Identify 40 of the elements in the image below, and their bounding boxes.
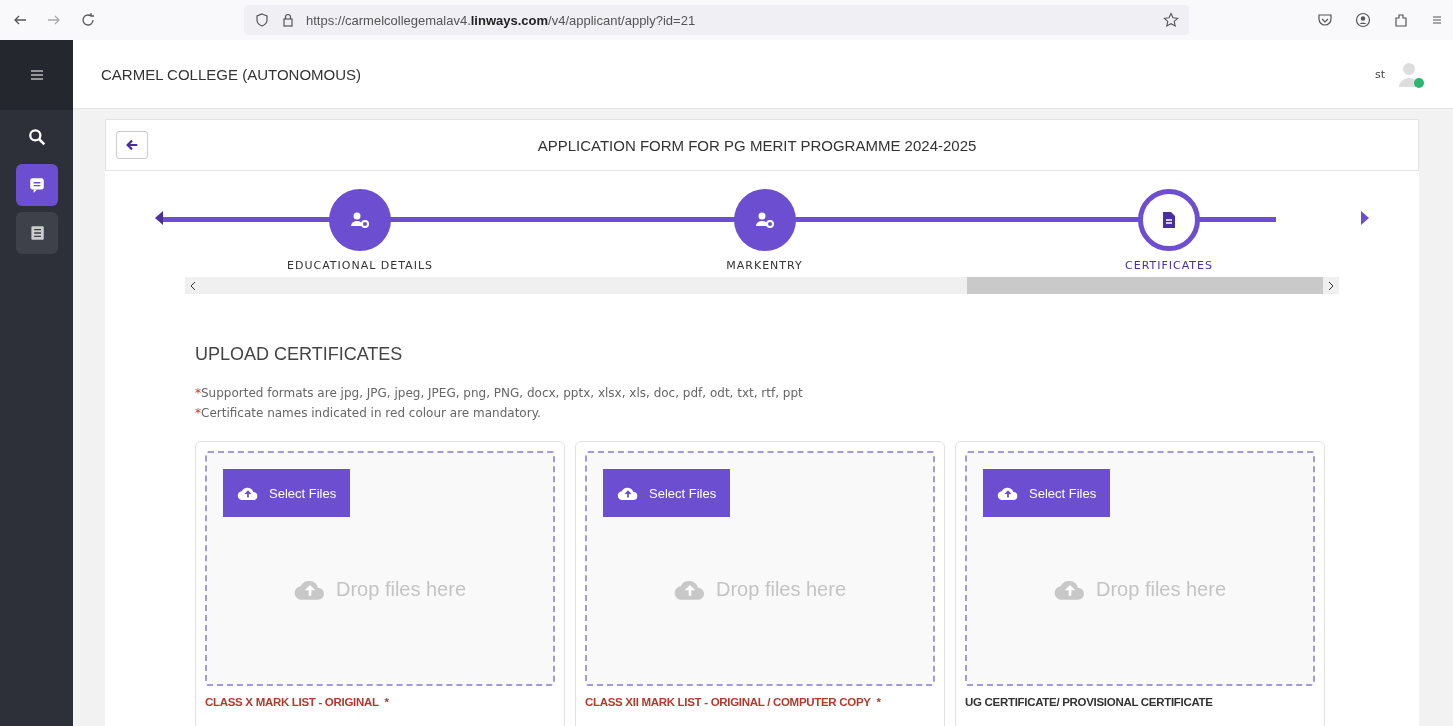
step-label[interactable]: CERTIFICATES — [1125, 259, 1213, 272]
horizontal-scrollbar[interactable] — [185, 277, 1339, 294]
select-files-button[interactable]: Select Files — [223, 469, 351, 517]
reload-icon[interactable] — [80, 12, 96, 28]
menu-icon[interactable] — [28, 67, 45, 83]
lock-icon — [280, 12, 296, 28]
previous-step-icon[interactable] — [155, 211, 163, 225]
user-gear-icon — [754, 210, 775, 230]
step-label[interactable]: MARKENTRY — [726, 259, 803, 272]
back-button[interactable] — [116, 131, 148, 159]
url-text: https://carmelcollegemalav4.linways.com/v4/applicant/apply?id=21 — [306, 12, 697, 28]
note-text: *Certificate names indicated in red colour are mandatory. — [195, 405, 542, 422]
section-title: UPLOAD CERTIFICATES — [195, 344, 404, 365]
user-gear-icon — [350, 210, 370, 230]
address-bar[interactable]: https://carmelcollegemalav4.linways.com/v4/applicant/apply?id=21 — [244, 5, 1189, 35]
certificate-name: UG CERTIFICATE/ PROVISIONAL CERTIFICATE — [965, 696, 1214, 708]
certificate-name: CLASS X MARK LIST - ORIGINAL * — [205, 696, 390, 708]
sidebar-item[interactable] — [15, 212, 58, 254]
account-icon[interactable] — [1355, 12, 1371, 28]
next-step-icon[interactable] — [1361, 211, 1369, 225]
cloud-upload-icon — [237, 485, 259, 501]
cloud-upload-icon — [617, 485, 639, 501]
scrollbar-thumb[interactable] — [967, 277, 1323, 294]
star-icon[interactable] — [1163, 12, 1179, 28]
select-files-button[interactable]: Select Files — [983, 469, 1111, 517]
step-label[interactable]: EDUCATIONAL DETAILS — [287, 259, 433, 272]
form-title: APPLICATION FORM FOR PG MERIT PROGRAMME 2024-2025 — [536, 136, 978, 154]
shield-icon — [254, 12, 270, 28]
select-files-button[interactable]: Select Files — [603, 469, 731, 517]
search-icon — [27, 128, 46, 146]
user-name: st — [1374, 67, 1385, 81]
cloud-upload-icon — [997, 485, 1019, 501]
extensions-icon[interactable] — [1393, 12, 1409, 28]
sidebar-item[interactable] — [15, 164, 58, 206]
message-icon — [27, 176, 46, 194]
pocket-icon[interactable] — [1317, 12, 1333, 28]
note-text: *Supported formats are jpg, JPG, jpeg, JPEG, png, PNG, docx, pptx, xlsx, xls, doc, pdf, odt, txt, rtf, ppt — [195, 385, 804, 402]
certificate-name: CLASS XII MARK LIST - ORIGINAL / COMPUTER COPY * — [585, 696, 882, 708]
college-title: CARMEL COLLEGE (AUTONOMOUS) — [101, 65, 362, 83]
back-arrow-icon — [125, 138, 139, 152]
